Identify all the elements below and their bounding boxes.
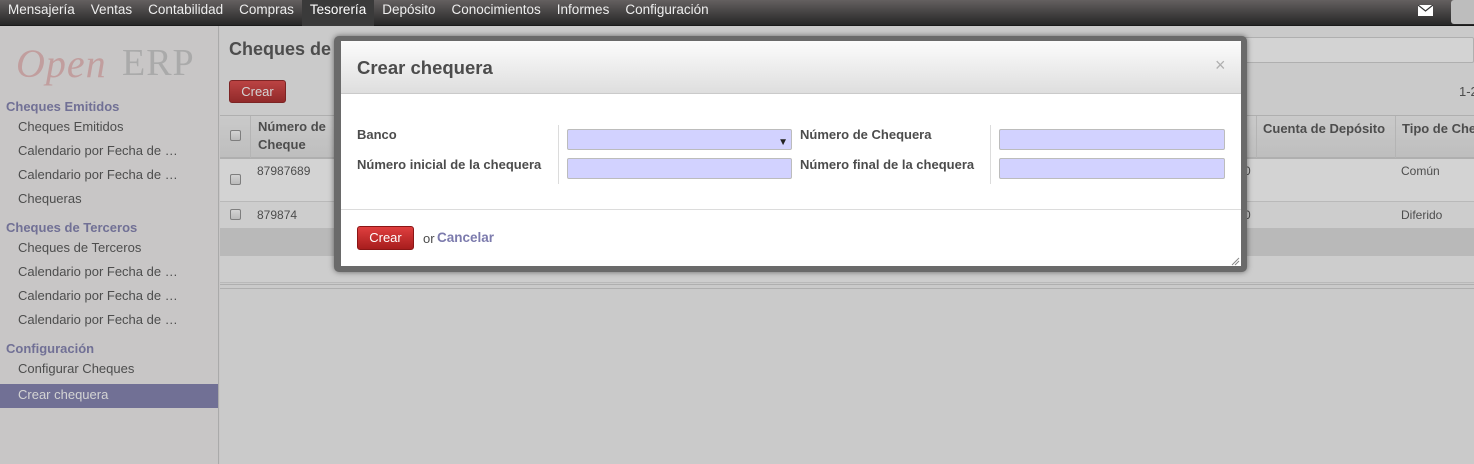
or-text: or <box>423 231 435 246</box>
menu-item-configuracion[interactable]: Configuración <box>617 0 716 26</box>
numero-final-label: Número final de la chequera <box>800 157 975 172</box>
resize-grip-icon[interactable] <box>1231 257 1240 266</box>
caret-down-icon: ▼ <box>778 137 788 148</box>
numero-inicial-input[interactable] <box>567 158 792 179</box>
menu-item-contabilidad[interactable]: Contabilidad <box>140 0 231 26</box>
numero-chequera-label: Número de Chequera <box>800 127 932 142</box>
field-divider <box>990 125 991 184</box>
modal-title: Crear chequera <box>357 57 493 78</box>
banco-select[interactable]: ▼ <box>567 129 792 150</box>
menu-item-ventas[interactable]: Ventas <box>83 0 140 26</box>
cancel-link[interactable]: Cancelar <box>437 230 494 245</box>
top-menu-bar: Mensajería Ventas Contabilidad Compras T… <box>0 0 1474 26</box>
menu-item-tesoreria[interactable]: Tesorería <box>301 0 375 26</box>
numero-inicial-label: Número inicial de la chequera <box>357 157 542 172</box>
menu-item-compras[interactable]: Compras <box>231 0 302 26</box>
modal-footer: Crear or Cancelar <box>341 209 1241 266</box>
crear-chequera-dialog: Crear chequera × Banco Número inicial de… <box>341 41 1241 266</box>
main-menu: Mensajería Ventas Contabilidad Compras T… <box>0 0 717 26</box>
numero-final-input[interactable] <box>999 158 1225 179</box>
modal-header: Crear chequera × <box>341 41 1241 94</box>
menu-item-deposito[interactable]: Depósito <box>374 0 443 26</box>
crear-button[interactable]: Crear <box>357 226 414 250</box>
menu-item-informes[interactable]: Informes <box>549 0 618 26</box>
numero-chequera-input[interactable] <box>999 129 1225 150</box>
menu-item-mensajeria[interactable]: Mensajería <box>0 0 83 26</box>
banco-label: Banco <box>357 127 397 142</box>
avatar[interactable] <box>1451 0 1474 24</box>
field-divider <box>558 125 559 184</box>
envelope-icon[interactable] <box>1418 5 1433 16</box>
menu-item-conocimientos[interactable]: Conocimientos <box>444 0 549 26</box>
close-icon[interactable]: × <box>1215 55 1226 76</box>
